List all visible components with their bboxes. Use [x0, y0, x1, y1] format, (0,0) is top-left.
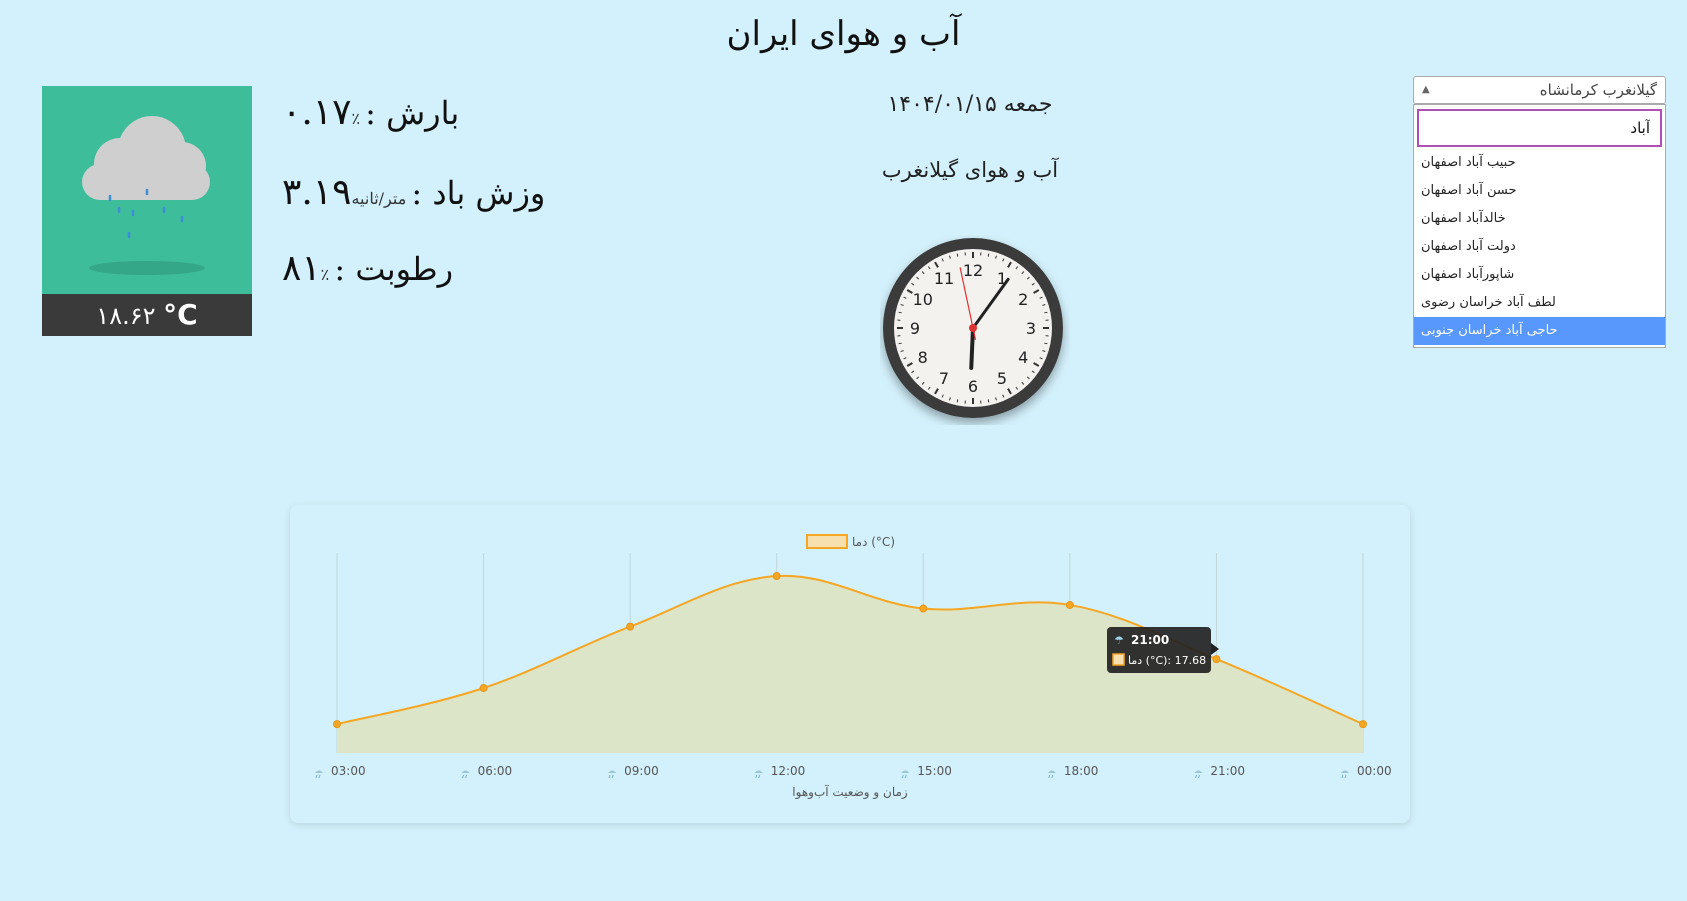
chart-point[interactable]	[1065, 600, 1074, 609]
humidity-value: ۸۱	[282, 248, 321, 289]
rain-icon	[1194, 770, 1203, 779]
rain-icon	[754, 770, 763, 779]
rain-icon	[315, 770, 323, 779]
city-option[interactable]: حاجی آباد خراسان جنوبی	[1414, 317, 1665, 345]
rain-icon	[1047, 770, 1056, 779]
city-option-label: خالدآباد اصفهان	[1421, 211, 1506, 226]
analog-clock: 12 1234567891011	[883, 238, 1063, 418]
clock-number: 2	[1018, 290, 1028, 309]
tooltip-swatch	[1112, 653, 1125, 666]
city-select-value: گیلانغرب کرمانشاه	[1539, 81, 1657, 99]
rain-icon	[901, 770, 910, 779]
chart-point[interactable]	[626, 622, 635, 631]
x-tick-label: 18:00	[1064, 764, 1099, 778]
city-option[interactable]: حبیب آباد اصفهان	[1414, 149, 1665, 177]
x-tick-label: 00:00	[1357, 764, 1392, 778]
city-option[interactable]: لطف آباد خراسان رضوی	[1414, 289, 1665, 317]
wind-metric: وزش باد : متر/ثانیه۳.۱۹	[282, 172, 545, 213]
chart-point[interactable]	[1359, 720, 1367, 729]
rain-icon	[461, 770, 470, 779]
clock-number: 7	[939, 369, 949, 388]
city-select[interactable]: گیلانغرب کرمانشاه ▲	[1413, 76, 1666, 104]
city-option[interactable]: شاپورآباد اصفهان	[1414, 261, 1665, 289]
rain-icon	[1341, 770, 1349, 779]
wind-value: ۳.۱۹	[282, 172, 352, 213]
city-option-label: حبیب آباد اصفهان	[1421, 155, 1516, 170]
clock-tick	[987, 253, 990, 257]
date-text: جمعه ۱۴۰۴/۰۱/۱۵	[887, 92, 1053, 117]
temperature-unit: °C	[163, 298, 198, 331]
clock-number: 6	[968, 377, 978, 396]
clock-tick	[898, 311, 902, 314]
precipitation-value: ۰.۱۷	[282, 92, 352, 133]
clock-center	[969, 324, 977, 332]
weather-card: ۱۸.۶۲ °C	[42, 86, 252, 336]
city-option-label: دولت آباد اصفهان	[1421, 239, 1516, 254]
humidity-metric: رطوبت : ٪۸۱	[282, 248, 453, 289]
humidity-unit: ٪	[320, 265, 330, 284]
humidity-label: رطوبت :	[334, 250, 454, 288]
temperature-chart: دما (°C) 03:00 06:00 09:00 12:00 15:00 18:00 21…	[290, 505, 1410, 823]
precipitation-metric: بارش : ٪۰.۱۷	[282, 92, 459, 133]
wind-unit: متر/ثانیه	[351, 189, 407, 208]
city-option[interactable]: دولت آباد اصفهان	[1414, 233, 1665, 261]
clock-number: 5	[997, 369, 1007, 388]
wind-label: وزش باد :	[411, 174, 546, 212]
chart-point[interactable]	[333, 720, 341, 729]
chart-point[interactable]	[1212, 655, 1221, 664]
tooltip-title: 21:00	[1131, 633, 1169, 647]
clock-number: 11	[934, 269, 954, 288]
x-tick-label: 03:00	[331, 764, 366, 778]
precipitation-label: بارش :	[365, 94, 460, 132]
temperature-chart-svg: دما (°C) 03:00 06:00 09:00 12:00 15:00 18:00 21…	[315, 534, 1392, 800]
x-axis-label: زمان و وضعیت آب‌وهوا	[792, 784, 908, 800]
clock-tick	[956, 253, 959, 257]
legend-label: دما (°C)	[852, 535, 895, 549]
city-option-label: حاجی آباد خراسان جنوبی	[1421, 323, 1558, 338]
rain-icon	[608, 770, 617, 779]
clock-number: 10	[913, 290, 933, 309]
x-tick-label: 09:00	[624, 764, 659, 778]
city-option[interactable]: حسن آباد اصفهان	[1414, 177, 1665, 205]
clock-tick	[1044, 342, 1048, 345]
city-option[interactable]: خالدآباد اصفهان	[1414, 205, 1665, 233]
chart-point[interactable]	[479, 684, 488, 692]
x-tick-label: 15:00	[917, 764, 952, 778]
city-option-label: شاپورآباد اصفهان	[1421, 267, 1515, 282]
chart-point[interactable]	[919, 604, 928, 613]
x-tick-label: 21:00	[1210, 764, 1245, 778]
legend-swatch	[806, 534, 848, 549]
temperature-display: ۱۸.۶۲ °C	[42, 294, 252, 336]
page-title: آب و هوای ایران	[726, 14, 961, 54]
precipitation-unit: ٪	[351, 109, 361, 128]
clock-hour-hand	[969, 326, 975, 370]
city-dropdown: حبیب آباد اصفهان حسن آباد اصفهان خالدآباد …	[1413, 104, 1666, 348]
clock-number: 8	[918, 348, 928, 367]
temperature-value: ۱۸.۶۲	[96, 302, 156, 330]
city-weather-heading: آب و هوای گیلانغرب	[881, 158, 1059, 182]
dropdown-arrow-icon[interactable]: ▲	[1422, 77, 1430, 103]
rain-cloud-icon	[82, 116, 210, 275]
tooltip-caret	[1211, 643, 1219, 655]
clock-tick	[987, 399, 990, 403]
clock-number: 9	[910, 319, 920, 338]
chart-point[interactable]	[772, 572, 781, 581]
city-search-input[interactable]	[1417, 109, 1662, 147]
clock-tick	[898, 342, 902, 345]
clock-number: 12	[963, 261, 983, 280]
clock-tick	[1044, 311, 1048, 314]
tooltip-weather-icon: ☂	[1114, 634, 1124, 647]
city-option-label: لطف آباد خراسان رضوی	[1421, 295, 1556, 310]
tooltip-label: دما (°C): 17.68	[1128, 654, 1206, 667]
clock-tick	[956, 399, 959, 403]
clock-number: 4	[1018, 348, 1028, 367]
x-tick-label: 12:00	[771, 764, 806, 778]
x-tick-label: 06:00	[478, 764, 513, 778]
clock-number: 3	[1026, 319, 1036, 338]
city-option-label: حسن آباد اصفهان	[1421, 183, 1517, 198]
